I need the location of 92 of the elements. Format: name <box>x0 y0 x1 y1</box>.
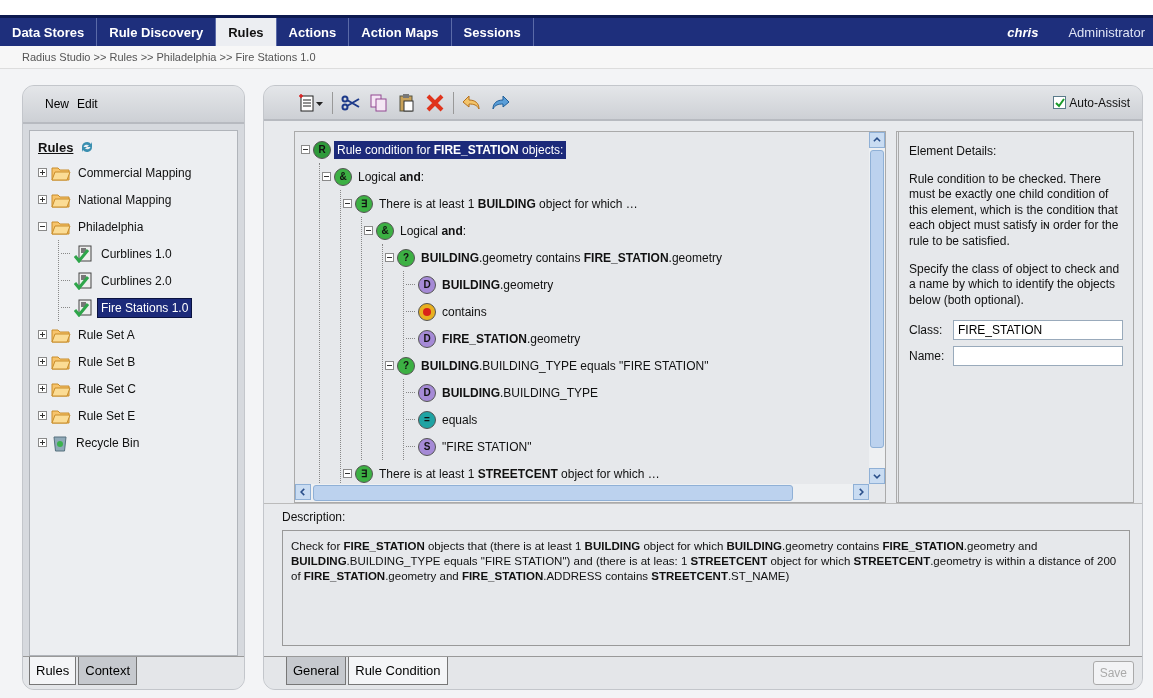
badge-icon: ∃ <box>355 194 373 213</box>
collapse-icon[interactable] <box>343 469 352 478</box>
collapse-icon[interactable] <box>364 226 373 235</box>
badge-icon: D <box>418 329 436 348</box>
menu-item[interactable]: New <box>43 97 71 111</box>
tree-item[interactable]: Rule Set E <box>75 406 139 425</box>
recycle-bin-icon <box>51 433 69 452</box>
checkbox[interactable] <box>1053 96 1067 109</box>
badge-icon: & <box>334 167 352 186</box>
folder-icon <box>51 218 71 235</box>
condition-node[interactable]: Logical and: <box>355 167 428 186</box>
tree-title[interactable]: Rules <box>38 139 74 155</box>
checked-document-icon <box>74 244 94 263</box>
text-field[interactable]: FIRE_STATION <box>953 320 1123 341</box>
expand-icon[interactable] <box>38 168 47 177</box>
text-field[interactable] <box>953 346 1123 367</box>
panel-tab[interactable]: General <box>286 657 347 685</box>
checked-document-icon <box>74 298 94 317</box>
details-text: Specify the class of object to check and a name by which to identify the objects below (both optional). <box>909 261 1121 309</box>
new-document-icon[interactable] <box>298 92 324 113</box>
checkbox-label: Auto-Assist <box>1069 95 1130 110</box>
folder-icon <box>51 380 71 397</box>
badge-icon: R <box>313 140 331 159</box>
tree-item[interactable]: Philadelphia <box>75 217 147 236</box>
folder-icon <box>51 164 71 181</box>
user-name: chris <box>1007 24 1039 40</box>
expand-icon[interactable] <box>38 357 47 366</box>
tree-item[interactable]: Fire Stations 1.0 <box>98 298 192 317</box>
details-title: Element Details: <box>909 144 998 160</box>
condition-node[interactable]: BUILDING.geometry <box>439 275 557 294</box>
user-role: Administrator <box>1068 24 1145 40</box>
condition-node[interactable]: There is at least 1 BUILDING object for which … <box>376 194 641 213</box>
tree-item[interactable]: Recycle Bin <box>73 433 143 452</box>
expand-icon[interactable] <box>38 195 47 204</box>
copy-icon[interactable] <box>369 92 389 113</box>
condition-node[interactable]: Rule condition for FIRE_STATION objects: <box>334 140 567 159</box>
tree-item[interactable]: Curblines 1.0 <box>98 244 175 263</box>
menu-item[interactable]: Edit <box>75 97 100 111</box>
expand-icon[interactable] <box>38 438 47 447</box>
badge-icon: ? <box>397 356 415 375</box>
collapse-icon[interactable] <box>322 172 331 181</box>
collapse-icon[interactable] <box>385 253 394 262</box>
panel-tab[interactable]: Context <box>78 657 138 685</box>
expand-icon[interactable] <box>38 384 47 393</box>
breadcrumb: Radius Studio >> Rules >> Philadelphia >> Fire Stations 1.0 <box>22 51 316 63</box>
tree-item[interactable]: Rule Set A <box>75 325 138 344</box>
condition-node[interactable]: equals <box>439 410 481 429</box>
badge-icon: ? <box>397 248 415 267</box>
field-label: Class: <box>909 322 944 339</box>
expand-icon[interactable] <box>38 330 47 339</box>
condition-node[interactable]: BUILDING.geometry contains FIRE_STATION.geometry <box>418 248 725 267</box>
tree-item[interactable]: Curblines 2.0 <box>98 271 175 290</box>
badge-icon: & <box>376 221 394 240</box>
tree-item[interactable]: Rule Set B <box>75 352 139 371</box>
folder-icon <box>51 191 71 208</box>
condition-node[interactable]: BUILDING.BUILDING_TYPE equals "FIRE STATION" <box>418 356 712 375</box>
description-label: Description: <box>282 510 347 524</box>
badge-icon: D <box>418 383 436 402</box>
collapse-icon[interactable] <box>385 361 394 370</box>
collapse-icon[interactable] <box>343 199 352 208</box>
description-text: Check for FIRE_STATION objects that (there is at least 1 BUILDING object for which BUILDING.geometry contains FIRE_STATION.geometry and BUILDING.BUILDING_TYPE equals "FIRE STATION") and (there is at leas: 1 STREETCENT object for which STREETCENT.geometry is within a distance of 200 of FIRE_STATION.geometry and FIRE_STATION.ADDRESS contains STREETCENT.ST_NAME) <box>282 530 1130 646</box>
paste-icon[interactable] <box>397 92 417 113</box>
folder-icon <box>51 326 71 343</box>
collapse-icon[interactable] <box>301 145 310 154</box>
delete-icon[interactable] <box>425 92 445 113</box>
folder-icon <box>51 353 71 370</box>
folder-icon <box>51 407 71 424</box>
checked-document-icon <box>74 271 94 290</box>
details-text: Rule condition to be checked. There must be exactly one child condition of this element, which is the conditioɴ that each object must satisfy iɴ order for the rule to be satisfied. <box>909 171 1120 250</box>
badge-icon: S <box>418 437 436 456</box>
panel-tab[interactable]: Rules <box>29 657 77 685</box>
condition-node[interactable]: BUILDING.BUILDING_TYPE <box>439 383 602 402</box>
condition-node[interactable]: Logical and: <box>397 221 470 240</box>
vertical-scrollbar[interactable] <box>869 132 885 484</box>
condition-node[interactable]: contains <box>439 302 490 321</box>
condition-node[interactable]: FIRE_STATION.geometry <box>439 329 584 348</box>
collapse-icon[interactable] <box>38 222 47 231</box>
expand-icon[interactable] <box>38 411 47 420</box>
nav-tab[interactable]: Rules <box>216 18 277 46</box>
badge-icon: ∃ <box>355 464 373 483</box>
horizontal-scrollbar[interactable] <box>295 484 869 502</box>
chevron-icon[interactable] <box>872 135 882 145</box>
field-label: Name: <box>909 348 946 365</box>
badge-icon: D <box>418 275 436 294</box>
condition-node[interactable]: "FIRE STATION" <box>439 437 535 456</box>
tree-item[interactable]: National Mapping <box>75 190 175 209</box>
badge-icon: = <box>418 410 436 429</box>
tree-item[interactable]: Commercial Mapping <box>75 163 195 182</box>
condition-node[interactable]: There is at least 1 STREETCENT object for which … <box>376 464 663 483</box>
chevron-icon[interactable] <box>298 487 308 497</box>
panel-tab[interactable]: Rule Condition <box>348 657 448 685</box>
tree-item[interactable]: Rule Set C <box>75 379 140 398</box>
